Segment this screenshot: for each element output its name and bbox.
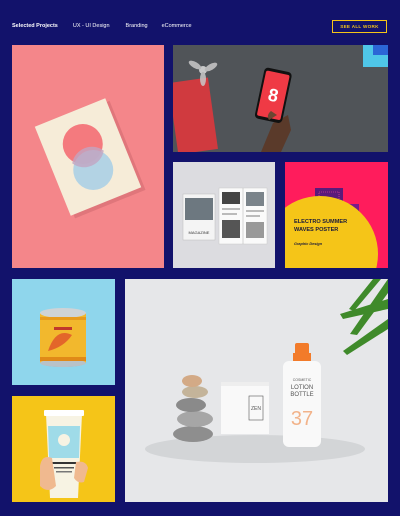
nav-ux-ui-design[interactable]: UX - UI Design bbox=[73, 23, 110, 29]
booklet-mockup-icon bbox=[34, 98, 146, 219]
poster-subtitle: Graphic Design bbox=[294, 242, 323, 246]
project-tile-magazine[interactable]: MAGAZINE bbox=[173, 162, 275, 268]
cosmetic-box-text: ZEN bbox=[251, 406, 261, 412]
poster-title-line2: WAVES POSTER bbox=[294, 227, 339, 233]
poster-title-line1: ELECTRO SUMMER bbox=[294, 219, 348, 225]
phone-mockup-icon: 8 bbox=[173, 45, 388, 152]
coffee-cup-mockup-icon bbox=[40, 410, 88, 498]
bottle-number: 37 bbox=[291, 408, 313, 430]
magazine-mockup-icon: MAGAZINE bbox=[182, 187, 268, 245]
project-tile-booklet[interactable] bbox=[12, 45, 164, 268]
project-tile-can[interactable] bbox=[12, 279, 115, 385]
nav-selected-projects[interactable]: Selected Projects bbox=[12, 23, 58, 29]
project-tile-cosmetic[interactable]: ZEN COSMETIC LOTION BOTTLE 37 bbox=[125, 279, 388, 502]
tin-can-mockup-icon bbox=[40, 308, 86, 367]
bottle-line2: LOTION bbox=[291, 385, 313, 391]
project-tile-phone[interactable]: 8 bbox=[173, 45, 388, 152]
project-tile-poster[interactable]: ELECTRO SUMMER WAVES POSTER Graphic Desi… bbox=[285, 162, 388, 268]
cosmetic-mockup-icon: ZEN COSMETIC LOTION BOTTLE 37 bbox=[125, 279, 388, 502]
poster-art bbox=[285, 188, 378, 268]
nav-branding[interactable]: Branding bbox=[126, 23, 148, 29]
bottle-line3: BOTTLE bbox=[290, 392, 313, 398]
project-tile-cup[interactable] bbox=[12, 396, 115, 502]
magazine-cover-text: MAGAZINE bbox=[189, 230, 210, 235]
poster-title: ELECTRO SUMMER WAVES POSTER bbox=[294, 218, 347, 234]
bottle-line1: COSMETIC bbox=[293, 378, 312, 382]
top-nav: Selected Projects UX - UI Design Brandin… bbox=[12, 23, 192, 29]
see-all-work-button[interactable]: SEE ALL WORK bbox=[332, 20, 387, 33]
nav-ecommerce[interactable]: eCommerce bbox=[162, 23, 192, 29]
